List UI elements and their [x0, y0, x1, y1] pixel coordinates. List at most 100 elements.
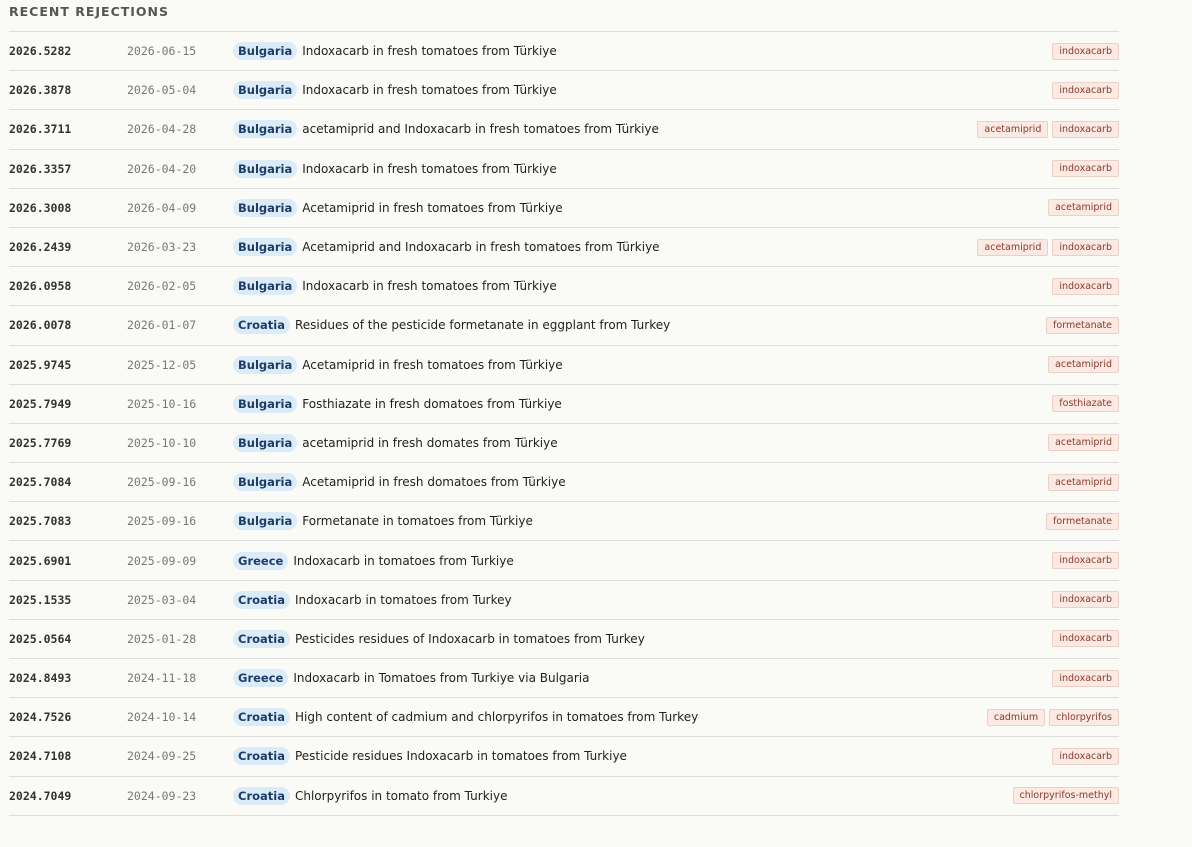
notification-date: 2026-06-15	[127, 44, 197, 59]
hazard-tag: acetamiprid	[1048, 473, 1119, 491]
hazard-tags: acetamiprid	[1048, 356, 1119, 374]
section-title: RECENT REJECTIONS	[9, 0, 1119, 32]
country-badge: Bulgaria	[233, 42, 298, 61]
country-badge: Croatia	[233, 629, 290, 648]
reference-number[interactable]: 2025.7769	[9, 436, 127, 450]
reference-number[interactable]: 2026.0078	[9, 318, 127, 332]
table-row[interactable]: 2026.0958 2026-02-05 Bulgaria Indoxacarb in…	[9, 267, 1119, 307]
hazard-tags: acetamiprid	[1048, 199, 1119, 217]
subject-text: Indoxacarb in fresh tomatoes from Türkiy…	[302, 279, 557, 294]
notification-date: 2024-10-14	[127, 710, 197, 725]
reference-number[interactable]: 2026.3008	[9, 201, 127, 215]
reference-number[interactable]: 2025.6901	[9, 554, 127, 568]
subject-text: Formetanate in tomatoes from Türkiye	[302, 514, 533, 529]
table-row[interactable]: 2026.3878 2026-05-04 Bulgaria Indoxacarb in…	[9, 71, 1119, 111]
subject-text: acetamiprid in fresh domates from Türkiy…	[302, 435, 558, 450]
hazard-tag: acetamiprid	[1048, 434, 1119, 452]
subject-text: Pesticides residues of Indoxacarb in tom…	[294, 631, 645, 646]
hazard-tag: fosthiazate	[1052, 395, 1119, 413]
table-row[interactable]: 2025.7949 2025-10-16 Bulgaria Fosthiazate i…	[9, 385, 1119, 424]
table-row[interactable]: 2026.3008 2026-04-09 Bulgaria Acetamiprid i…	[9, 189, 1119, 228]
country-badge: Bulgaria	[233, 159, 298, 178]
table-row[interactable]: 2025.0564 2025-01-28 Croatia Pesticides res…	[9, 620, 1119, 659]
notification-date: 2026-01-07	[127, 318, 197, 333]
reference-number[interactable]: 2025.7084	[9, 475, 127, 489]
table-row[interactable]: 2026.3357 2026-04-20 Bulgaria Indoxacarb in…	[9, 150, 1119, 189]
reference-number[interactable]: 2024.7108	[9, 749, 127, 763]
table-row[interactable]: 2025.1535 2025-03-04 Croatia Indoxacarb in …	[9, 581, 1119, 620]
reference-number[interactable]: 2026.3357	[9, 162, 127, 176]
hazard-tag: formetanate	[1046, 316, 1119, 334]
reference-number[interactable]: 2026.0958	[9, 279, 127, 293]
table-row[interactable]: 2025.6901 2025-09-09 Greece Indoxacarb in t…	[9, 541, 1119, 581]
table-row[interactable]: 2024.8493 2024-11-18 Greece Indoxacarb in T…	[9, 659, 1119, 699]
hazard-tag: indoxacarb	[1052, 747, 1119, 765]
hazard-tags: acetamiprid indoxacarb	[977, 238, 1119, 256]
table-row[interactable]: 2026.3711 2026-04-28 Bulgaria acetamiprid a…	[9, 110, 1119, 150]
table-row[interactable]: 2025.7769 2025-10-10 Bulgaria acetamiprid i…	[9, 424, 1119, 464]
reference-number[interactable]: 2025.7083	[9, 514, 127, 528]
reference-number[interactable]: 2025.9745	[9, 358, 127, 372]
hazard-tag: indoxacarb	[1052, 591, 1119, 609]
hazard-tags: indoxacarb	[1052, 630, 1119, 648]
table-row[interactable]: 2025.9745 2025-12-05 Bulgaria Acetamiprid …	[9, 346, 1119, 385]
hazard-tags: fosthiazate	[1052, 395, 1119, 413]
hazard-tag: indoxacarb	[1052, 238, 1119, 256]
reference-number[interactable]: 2024.8493	[9, 671, 127, 685]
hazard-tag: acetamiprid	[977, 120, 1049, 138]
notification-date: 2025-10-16	[127, 396, 197, 411]
subject-text: Indoxacarb in tomatoes from Turkey	[294, 592, 512, 607]
notification-date: 2024-11-18	[127, 671, 197, 686]
hazard-tag: chlorpyrifos-methyl	[1012, 787, 1119, 805]
notification-date: 2025-01-28	[127, 631, 197, 646]
hazard-tag: indoxacarb	[1052, 42, 1119, 60]
table-row[interactable]: 2024.7108 2024-09-25 Croatia Pesticide resi…	[9, 737, 1119, 777]
hazard-tags: indoxacarb	[1052, 42, 1119, 60]
subject-text: Acetamiprid and Indoxacarb in fresh toma…	[302, 240, 660, 255]
subject-text: Acetamiprid in fresh tomatoes from Türki…	[302, 357, 563, 372]
country-badge: Bulgaria	[233, 81, 298, 100]
hazard-tag: acetamiprid	[977, 238, 1049, 256]
reference-number[interactable]: 2026.3878	[9, 83, 127, 97]
hazard-tag: indoxacarb	[1052, 630, 1119, 648]
country-badge: Bulgaria	[233, 277, 298, 296]
reference-number[interactable]: 2026.2439	[9, 240, 127, 254]
hazard-tag: acetamiprid	[1048, 356, 1119, 374]
reference-number[interactable]: 2024.7049	[9, 789, 127, 803]
country-badge: Bulgaria	[233, 120, 298, 139]
reference-number[interactable]: 2025.1535	[9, 593, 127, 607]
table-row[interactable]: 2024.7526 2024-10-14 Croatia High content o…	[9, 698, 1119, 738]
reference-number[interactable]: 2026.3711	[9, 122, 127, 136]
hazard-tags: indoxacarb	[1052, 81, 1119, 99]
reference-number[interactable]: 2026.5282	[9, 44, 127, 58]
hazard-tags: indoxacarb	[1052, 277, 1119, 295]
country-badge: Bulgaria	[233, 198, 298, 217]
table-row[interactable]: 2026.0078 2026-01-07 Croatia Residues of th…	[9, 306, 1119, 346]
hazard-tags: indoxacarb	[1052, 591, 1119, 609]
hazard-tags: formetanate	[1046, 316, 1119, 334]
reference-number[interactable]: 2024.7526	[9, 710, 127, 724]
subject-text: High content of cadmium and chlorpyrifos…	[294, 710, 699, 725]
reference-number[interactable]: 2025.0564	[9, 632, 127, 646]
hazard-tags: indoxacarb	[1052, 552, 1119, 570]
hazard-tags: acetamiprid	[1048, 434, 1119, 452]
notification-date: 2025-09-16	[127, 514, 197, 529]
country-badge: Croatia	[233, 590, 290, 609]
notification-date: 2026-05-04	[127, 83, 197, 98]
hazard-tag: cadmium	[986, 708, 1046, 726]
country-badge: Bulgaria	[233, 394, 298, 413]
table-row[interactable]: 2025.7084 2025-09-16 Bulgaria Acetamiprid i…	[9, 463, 1119, 503]
table-row[interactable]: 2026.5282 2026-06-15 Bulgaria Indoxacarb in…	[9, 32, 1119, 72]
table-row[interactable]: 2026.2439 2026-03-23 Bulgaria Acetamiprid a…	[9, 228, 1119, 268]
hazard-tag: indoxacarb	[1052, 277, 1119, 295]
notification-date: 2025-09-09	[127, 553, 197, 568]
notification-date: 2025-10-10	[127, 435, 197, 450]
table-row[interactable]: 2025.7083 2025-09-16 Bulgaria Formetanate i…	[9, 502, 1119, 542]
reference-number[interactable]: 2025.7949	[9, 397, 127, 411]
hazard-tags: formetanate	[1046, 512, 1119, 530]
hazard-tags: acetamiprid indoxacarb	[977, 120, 1119, 138]
subject-text: Chlorpyrifos in tomato from Turkiye	[294, 788, 508, 803]
country-badge: Croatia	[233, 747, 290, 766]
notification-date: 2026-02-05	[127, 279, 197, 294]
table-row[interactable]: 2024.7049 2024-09-23 Croatia Chlorpyrifos i…	[9, 777, 1119, 816]
